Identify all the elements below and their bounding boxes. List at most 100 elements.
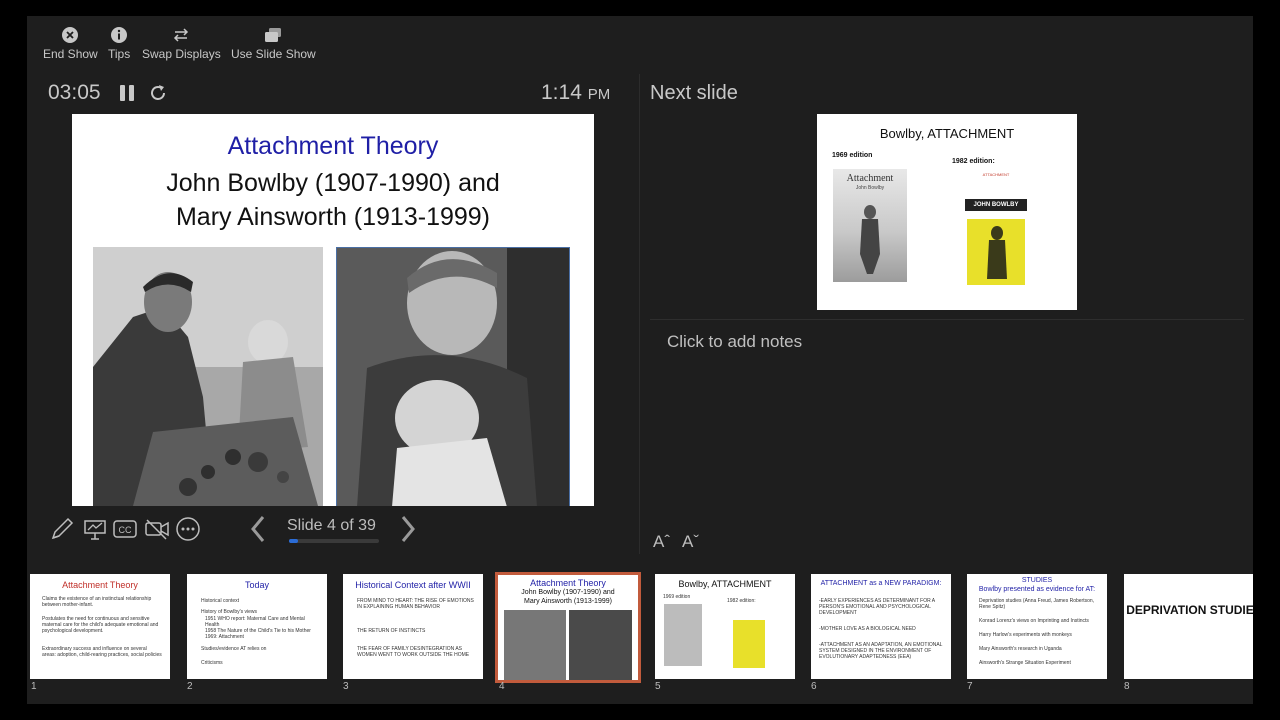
thumb-2-line: Historical context xyxy=(201,598,240,604)
subtitles-icon[interactable]: CC xyxy=(112,516,138,542)
presenter-view: End Show Tips Swap Displays Use Slide Sh… xyxy=(27,16,1253,704)
info-icon xyxy=(110,26,128,44)
thumb-4-bowlby-photo xyxy=(504,610,566,680)
thumb-4-line: John Bowlby (1907-1990) and xyxy=(521,589,615,596)
book-cover-1969: Attachment John Bowlby xyxy=(833,169,907,282)
swap-displays-button[interactable]: Swap Displays xyxy=(142,26,221,61)
laser-pointer-icon[interactable] xyxy=(82,516,108,542)
thumb-3-line: THE FEAR OF FAMILY DESINTEGRATION AS WOM… xyxy=(357,646,470,658)
thumb-1-line: Extraordinary success and influence on s… xyxy=(42,646,162,658)
thumb-4-ainsworth-photo xyxy=(569,610,632,680)
next-slide-button[interactable] xyxy=(398,514,418,544)
pane-divider[interactable] xyxy=(639,74,640,554)
thumb-4-line: Mary Ainsworth (1913-1999) xyxy=(524,598,612,605)
end-show-label: End Show xyxy=(43,47,98,61)
next-slide-title: Bowlby, ATTACHMENT xyxy=(879,126,1015,141)
thumbnail-slide-1[interactable]: Attachment Theory Claims the existence o… xyxy=(30,574,170,679)
thumbnail-slide-4[interactable]: Attachment Theory John Bowlby (1907-1990… xyxy=(495,572,641,683)
book-1982-title: ATTACHMENT xyxy=(982,172,1010,177)
thumb-6-title: ATTACHMENT as a NEW PARADIGM: xyxy=(820,580,942,587)
bowlby-photo xyxy=(93,247,323,506)
thumbnail-slide-6[interactable]: ATTACHMENT as a NEW PARADIGM: -EARLY EXP… xyxy=(811,574,951,679)
thumb-2-line: 1969: Attachment xyxy=(205,634,244,640)
thumb-6-line: -MOTHER LOVE AS A BIOLOGICAL NEED xyxy=(819,626,916,632)
thumb-2-title: Today xyxy=(244,580,270,590)
close-circle-icon xyxy=(61,26,79,44)
book-1982-author: JOHN BOWLBY xyxy=(965,199,1027,211)
notes-divider[interactable] xyxy=(650,319,1244,320)
clock-ampm: PM xyxy=(587,86,611,103)
clock-time: 1:14 xyxy=(541,81,582,104)
thumb-number-5: 5 xyxy=(655,681,661,692)
tips-button[interactable]: Tips xyxy=(108,26,130,61)
thumb-5-book-1982 xyxy=(733,620,765,668)
thumb-1-title: Attachment Theory xyxy=(62,580,138,590)
current-time: 1:14 PM xyxy=(541,81,610,105)
thumb-4-title: Attachment Theory xyxy=(530,578,606,588)
thumb-6-line: -ATTACHMENT AS AN ADAPTATION, AN EMOTION… xyxy=(819,642,943,660)
slide-progress-fill xyxy=(289,539,299,543)
thumb-number-6: 6 xyxy=(811,681,817,692)
svg-text:CC: CC xyxy=(119,525,132,535)
book-1969-author: John Bowlby xyxy=(855,185,885,191)
thumb-5-title: Bowlby, ATTACHMENT xyxy=(678,579,772,589)
thumb-2-line: Studies/evidence AT relies on xyxy=(201,646,267,652)
thumb-7-line: Harry Harlow's experiments with monkeys xyxy=(979,632,1072,638)
slide-thumbnail-strip: Attachment Theory Claims the existence o… xyxy=(27,568,1253,704)
ainsworth-photo xyxy=(336,247,570,506)
thumb-1-line: Postulates the need for continuous and s… xyxy=(42,616,159,634)
thumb-7-line: Ainsworth's Strange Situation Experiment xyxy=(979,660,1071,666)
current-slide[interactable]: Attachment Theory John Bowlby (1907-1990… xyxy=(72,114,594,506)
thumb-2-line: History of Bowlby's views xyxy=(201,609,257,615)
thumbnail-slide-2[interactable]: Today Historical context History of Bowl… xyxy=(187,574,327,679)
thumb-number-3: 3 xyxy=(343,681,349,692)
thumb-3-line: THE RETURN OF INSTINCTS xyxy=(357,628,426,634)
thumb-3-line: FROM MIND TO HEART: THE RISE OF EMOTIONS… xyxy=(357,598,474,610)
toolbar: End Show Tips Swap Displays Use Slide Sh… xyxy=(27,16,1253,76)
elapsed-timer: 03:05 xyxy=(48,81,101,104)
speaker-notes[interactable]: Click to add notes xyxy=(667,332,802,352)
previous-slide-button[interactable] xyxy=(248,514,268,544)
next-slide-label: Next slide xyxy=(650,82,738,104)
thumb-number-1: 1 xyxy=(31,681,37,692)
thumbnail-slide-3[interactable]: Historical Context after WWII FROM MIND … xyxy=(343,574,483,679)
tips-label: Tips xyxy=(108,47,131,61)
end-show-button[interactable]: End Show xyxy=(43,26,98,61)
thumb-number-2: 2 xyxy=(187,681,193,692)
thumbnail-slide-8[interactable]: DEPRIVATION STUDIES xyxy=(1124,574,1253,679)
thumb-7-title: STUDIES xyxy=(1021,577,1053,584)
edition-1969-label: 1969 edition xyxy=(832,152,873,159)
next-slide-preview[interactable]: Bowlby, ATTACHMENT 1969 edition 1982 edi… xyxy=(817,114,1077,310)
slide-title: Attachment Theory xyxy=(227,132,439,160)
swap-displays-label: Swap Displays xyxy=(142,47,221,61)
thumbnail-slide-5[interactable]: Bowlby, ATTACHMENT 1969 edition 1982 edi… xyxy=(655,574,795,679)
pause-icon[interactable] xyxy=(120,85,134,101)
use-slide-show-label: Use Slide Show xyxy=(231,47,316,61)
thumb-5-line: 1969 edition xyxy=(663,594,691,600)
thumb-8-title: DEPRIVATION STUDIES xyxy=(1126,603,1253,617)
camera-off-icon[interactable] xyxy=(144,516,170,542)
slides-icon xyxy=(264,26,282,44)
decrease-font-button[interactable]: Aˇ xyxy=(682,532,699,552)
edition-1982-label: 1982 edition: xyxy=(952,158,995,165)
thumb-number-7: 7 xyxy=(967,681,973,692)
thumb-7-subtitle: Bowlby presented as evidence for AT: xyxy=(978,586,1096,593)
book-cover-1982: JOHN BOWLBY xyxy=(965,199,1027,287)
thumb-7-line: Deprivation studies (Anna Freud, James R… xyxy=(979,598,1095,610)
thumbnail-slide-7[interactable]: STUDIES Bowlby presented as evidence for… xyxy=(967,574,1107,679)
more-options-icon[interactable] xyxy=(175,516,201,542)
reset-timer-icon[interactable] xyxy=(148,83,168,103)
book-1969-title: Attachment xyxy=(846,173,894,184)
thumb-7-line: Konrad Lorenz's views on Imprinting and … xyxy=(979,618,1089,624)
increase-font-button[interactable]: Aˆ xyxy=(653,532,670,552)
pen-icon[interactable] xyxy=(49,516,75,542)
slide-counter: Slide 4 of 39 xyxy=(287,517,376,534)
slide-progress-bar xyxy=(289,539,379,543)
thumb-number-8: 8 xyxy=(1124,681,1130,692)
thumb-number-4: 4 xyxy=(499,681,505,692)
use-slide-show-button[interactable]: Use Slide Show xyxy=(231,26,316,61)
thumb-7-line: Mary Ainsworth's research in Uganda xyxy=(979,646,1062,652)
slide-subtitle-line2: Mary Ainsworth (1913-1999) xyxy=(175,203,491,231)
thumb-3-title: Historical Context after WWII xyxy=(355,580,471,590)
thumb-5-book-1969 xyxy=(664,604,702,666)
